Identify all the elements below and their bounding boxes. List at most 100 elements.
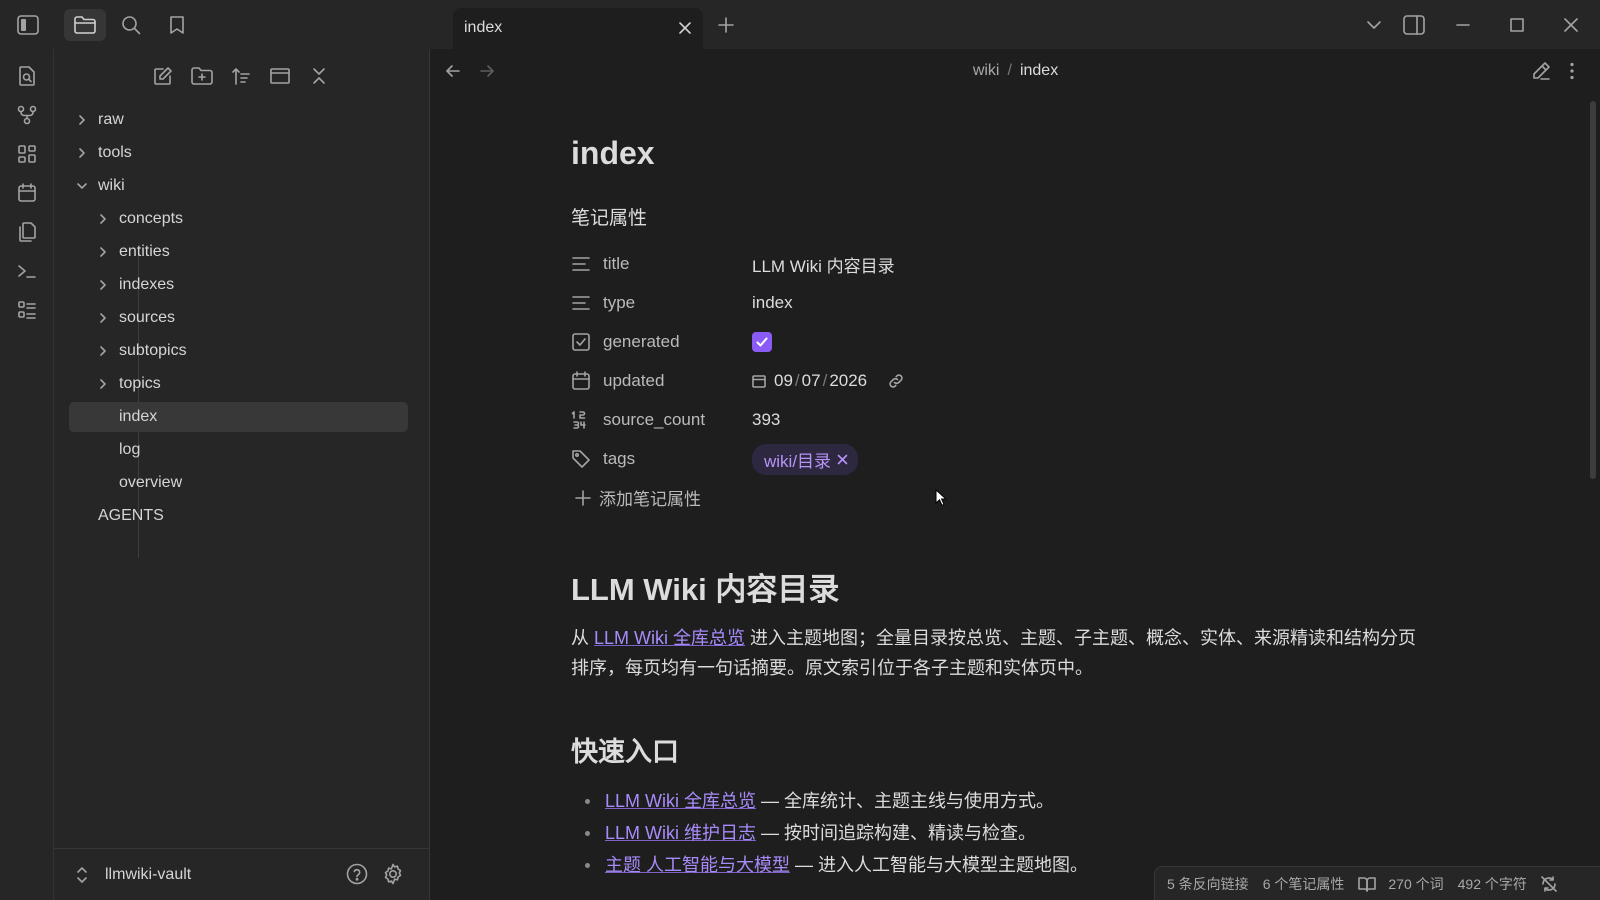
file-overview[interactable]: overview — [69, 468, 408, 498]
note-title[interactable]: index — [571, 135, 655, 172]
daily-note-button[interactable] — [13, 179, 41, 207]
quick-switcher-button[interactable] — [13, 62, 41, 90]
date-year: 2026 — [829, 371, 868, 390]
auto-reveal-button[interactable] — [265, 62, 295, 90]
internal-link[interactable]: LLM Wiki 维护日志 — [605, 823, 756, 843]
command-palette-button[interactable] — [13, 257, 41, 285]
tree-label: subtopics — [119, 342, 187, 359]
breadcrumb-folder[interactable]: wiki — [973, 62, 1000, 79]
outline-button[interactable] — [13, 296, 41, 324]
mouse-cursor-icon — [935, 489, 947, 507]
chevron-right-icon — [93, 378, 113, 390]
date-input[interactable]: 09/07/2026 — [752, 371, 905, 391]
close-tab-button[interactable] — [677, 20, 693, 36]
tag-label: wiki/目录 — [764, 451, 832, 471]
tree-label: entities — [119, 243, 170, 260]
paragraph-prefix: 从 — [571, 628, 595, 648]
ribbon — [0, 49, 54, 900]
toggle-left-sidebar-button[interactable] — [7, 9, 49, 41]
overview-link[interactable]: LLM Wiki 全库总览 — [594, 628, 745, 648]
folder-sources[interactable]: sources — [93, 303, 406, 333]
add-property-button[interactable]: 添加笔记属性 — [575, 485, 701, 510]
search-button[interactable] — [110, 9, 152, 41]
new-tab-button[interactable] — [706, 9, 746, 41]
property-value[interactable]: LLM Wiki 内容目录 — [752, 252, 895, 277]
minimize-button[interactable] — [1443, 9, 1483, 41]
reading-mode-button[interactable] — [1358, 876, 1377, 892]
list-item-text: — 全库统计、主题主线与使用方式。 — [756, 791, 1055, 811]
sort-button[interactable] — [226, 62, 256, 90]
tab-index[interactable]: index — [453, 8, 703, 49]
tag-pill[interactable]: wiki/目录 — [752, 443, 859, 475]
property-source-count[interactable]: source_count 393 — [571, 401, 1271, 439]
sync-status-button[interactable] — [1541, 875, 1557, 892]
property-value[interactable]: index — [752, 293, 793, 313]
file-agents[interactable]: AGENTS — [69, 501, 408, 531]
chevron-right-icon — [72, 114, 92, 126]
chevron-right-icon — [93, 279, 113, 291]
vault-switch-button[interactable] — [75, 866, 89, 884]
tree-label: index — [119, 408, 158, 425]
property-key: tags — [603, 449, 636, 468]
book-open-icon — [1358, 876, 1377, 892]
remove-tag-button[interactable] — [837, 454, 848, 465]
close-window-button[interactable] — [1551, 9, 1591, 41]
property-value[interactable]: 393 — [752, 410, 780, 430]
bookmarks-button[interactable] — [156, 9, 198, 41]
open-date-link-button[interactable] — [887, 372, 905, 390]
file-index[interactable]: index — [69, 402, 408, 432]
breadcrumb: wiki / index — [431, 62, 1600, 80]
tree-label: AGENTS — [98, 507, 164, 524]
folder-topics[interactable]: topics — [93, 369, 406, 399]
internal-link[interactable]: 主题 人工智能与大模型 — [605, 855, 790, 875]
files-icon — [19, 222, 36, 242]
property-type[interactable]: type index — [571, 284, 1271, 322]
sort-icon — [232, 68, 250, 85]
canvas-button[interactable] — [13, 140, 41, 168]
properties-heading[interactable]: 笔记属性 — [571, 203, 647, 230]
breadcrumb-current[interactable]: index — [1020, 62, 1058, 79]
maximize-button[interactable] — [1497, 9, 1537, 41]
folder-tools[interactable]: tools — [72, 138, 406, 168]
list-item: LLM Wiki 维护日志 — 按时间追踪构建、精读与检查。 — [583, 817, 1088, 849]
folder-raw[interactable]: raw — [72, 105, 406, 135]
heading-1: LLM Wiki 内容目录 — [571, 572, 840, 607]
edit-mode-button[interactable] — [1531, 61, 1551, 81]
folder-entities[interactable]: entities — [93, 237, 406, 267]
graph-view-button[interactable] — [13, 101, 41, 129]
help-button[interactable] — [346, 863, 368, 885]
status-bar: 5 条反向链接 6 个笔记属性 270 个词 492 个字符 — [1154, 866, 1600, 900]
date-day: 07 — [801, 371, 821, 390]
property-generated[interactable]: generated — [571, 323, 1271, 361]
folder-subtopics[interactable]: subtopics — [93, 336, 406, 366]
title-bar: index — [0, 0, 1600, 49]
file-search-icon — [19, 66, 35, 86]
tab-list-button[interactable] — [1354, 9, 1394, 41]
collapse-all-button[interactable] — [304, 62, 334, 90]
property-tags[interactable]: tags wiki/目录 — [571, 440, 1271, 478]
vault-name[interactable]: llmwiki-vault — [105, 866, 191, 884]
folder-wiki[interactable]: wiki — [72, 171, 406, 201]
git-fork-icon — [17, 105, 37, 125]
scrollbar[interactable] — [1590, 101, 1596, 479]
folder-indexes[interactable]: indexes — [93, 270, 406, 300]
property-title[interactable]: title LLM Wiki 内容目录 — [571, 245, 1271, 283]
folder-concepts[interactable]: concepts — [93, 204, 406, 234]
chevron-down-icon — [72, 181, 92, 191]
backlinks-count[interactable]: 5 条反向链接 — [1167, 874, 1249, 894]
toggle-right-sidebar-button[interactable] — [1394, 9, 1434, 41]
minimize-icon — [1456, 24, 1470, 26]
file-log[interactable]: log — [69, 435, 408, 465]
internal-link[interactable]: LLM Wiki 全库总览 — [605, 791, 756, 811]
quick-links-list: LLM Wiki 全库总览 — 全库统计、主题主线与使用方式。 LLM Wiki… — [583, 785, 1088, 881]
property-updated[interactable]: updated 09/07/2026 — [571, 362, 1271, 400]
new-folder-button[interactable] — [187, 62, 217, 90]
settings-button[interactable] — [382, 863, 404, 885]
templates-button[interactable] — [13, 218, 41, 246]
close-icon — [837, 454, 848, 464]
files-view-button[interactable] — [64, 9, 106, 41]
more-options-button[interactable] — [1569, 61, 1575, 81]
generated-checkbox[interactable] — [752, 332, 772, 352]
tree-label: log — [119, 441, 141, 458]
new-note-button[interactable] — [148, 62, 178, 90]
